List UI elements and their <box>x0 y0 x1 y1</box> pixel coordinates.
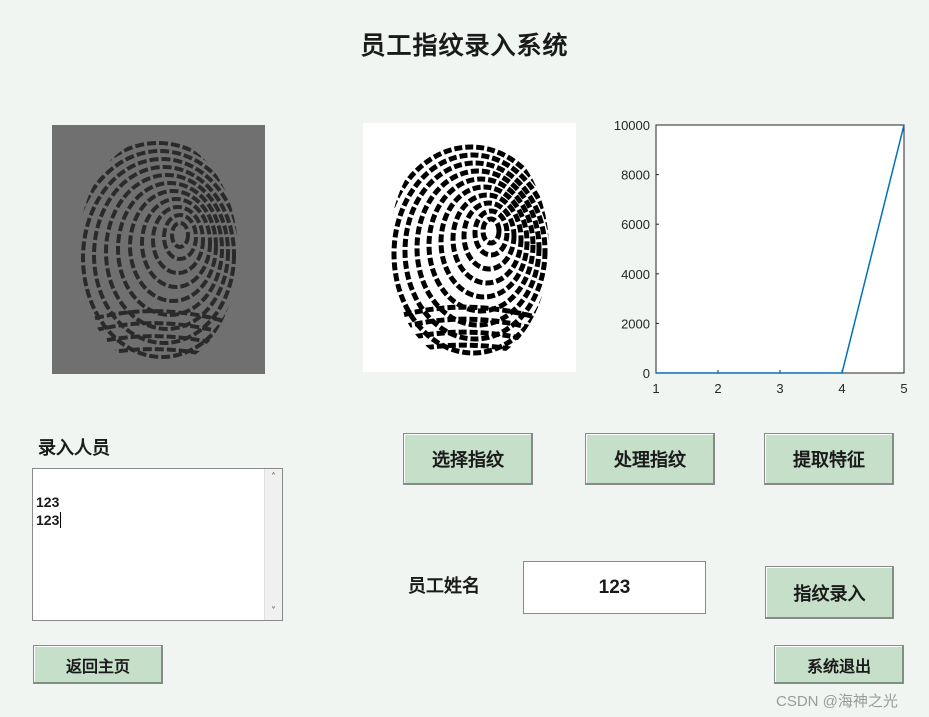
fingerprint-enroll-button[interactable]: 指纹录入 <box>765 566 894 619</box>
data-point <box>841 372 843 374</box>
feature-chart: 1 2 3 4 5 0 2000 4000 6000 8000 10000 <box>614 118 908 396</box>
text-caret <box>60 512 62 528</box>
x-tick-label: 2 <box>714 381 721 396</box>
select-fingerprint-button[interactable]: 选择指纹 <box>403 433 533 485</box>
x-tick-label: 4 <box>838 381 845 396</box>
process-fingerprint-button[interactable]: 处理指纹 <box>585 433 715 485</box>
x-tick-label: 1 <box>652 381 659 396</box>
y-tick-label: 0 <box>643 366 650 381</box>
y-tick-label: 6000 <box>621 217 650 232</box>
employee-name-field[interactable]: 123 <box>523 561 706 614</box>
page-title: 员工指纹录入系统 <box>360 31 569 60</box>
list-item: 123 <box>36 494 60 510</box>
y-tick-label: 10000 <box>614 118 650 133</box>
plot-area <box>655 124 905 374</box>
data-point <box>779 372 781 374</box>
y-tick-label: 8000 <box>621 168 650 183</box>
processed-fingerprint-image <box>363 123 576 372</box>
entered-personnel-listbox[interactable]: 123 123 ˄ ˅ <box>32 468 283 621</box>
extract-features-button[interactable]: 提取特征 <box>764 433 894 485</box>
listbox-text: 123 123 <box>36 493 62 529</box>
return-home-button[interactable]: 返回主页 <box>33 645 163 684</box>
system-exit-button[interactable]: 系统退出 <box>774 645 904 684</box>
x-tick-label: 5 <box>900 381 907 396</box>
x-tick-label: 3 <box>776 381 783 396</box>
list-item: 123 <box>36 512 62 528</box>
entered-personnel-label: 录入人员 <box>38 438 110 459</box>
employee-name-label: 员工姓名 <box>408 576 480 597</box>
data-point <box>903 124 905 126</box>
data-point <box>655 372 657 374</box>
listbox-scrollbar[interactable]: ˄ ˅ <box>264 469 282 620</box>
y-tick-label: 4000 <box>621 267 650 282</box>
y-tick-label: 2000 <box>621 316 650 331</box>
original-fingerprint-image <box>52 125 265 374</box>
watermark-text: CSDN @海神之光 <box>776 693 898 710</box>
scroll-up-icon[interactable]: ˄ <box>265 472 282 483</box>
data-point <box>717 372 719 374</box>
scroll-down-icon[interactable]: ˅ <box>265 606 282 617</box>
